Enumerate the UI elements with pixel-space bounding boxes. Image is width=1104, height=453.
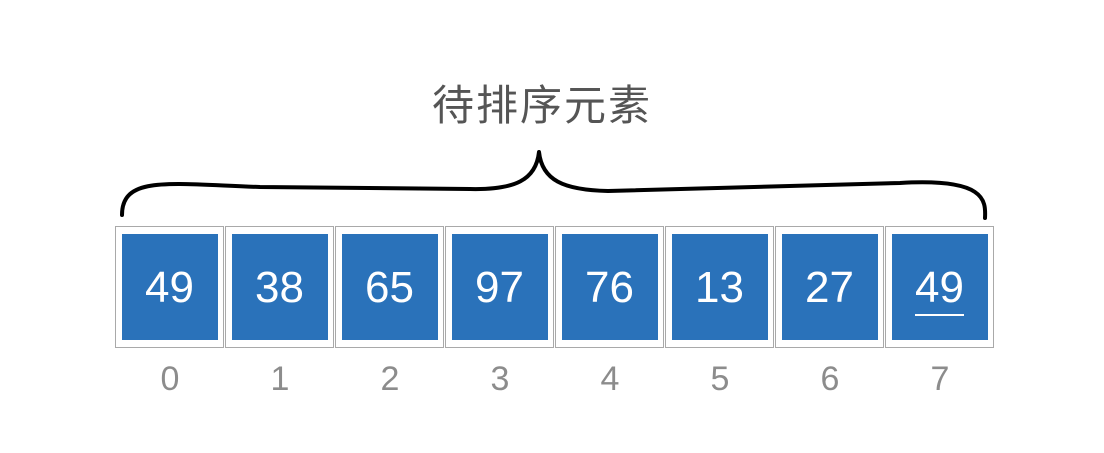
array-element-box: 49 (121, 234, 218, 340)
array-cell: 13 (665, 226, 774, 348)
array-element-box: 65 (341, 234, 438, 340)
array-row: 49 38 65 97 76 13 27 49 (115, 226, 994, 348)
array-cell: 49 (115, 226, 224, 348)
array-cell: 49 (885, 226, 994, 348)
index-row: 0 1 2 3 4 5 6 7 (115, 360, 995, 399)
array-element-value-underlined: 49 (915, 264, 964, 316)
array-element-value: 27 (805, 263, 854, 312)
array-element-box: 13 (671, 234, 768, 340)
array-element-box: 38 (231, 234, 328, 340)
array-index-label: 7 (930, 360, 950, 398)
array-element-value: 49 (145, 263, 194, 312)
array-index-label: 6 (820, 360, 840, 398)
array-element-box: 76 (561, 234, 658, 340)
array-element-value: 65 (365, 263, 414, 312)
array-index-label: 3 (490, 360, 510, 398)
array-index-label: 2 (380, 360, 400, 398)
array-element-value: 97 (475, 263, 524, 312)
array-element-value: 38 (255, 263, 304, 312)
array-element-value: 76 (585, 263, 634, 312)
diagram-title: 待排序元素 (431, 81, 652, 130)
array-index-label: 4 (600, 360, 620, 398)
array-element-box: 97 (451, 234, 548, 340)
array-cell: 97 (445, 226, 554, 348)
array-cell: 27 (775, 226, 884, 348)
array-element-box: 49 (891, 234, 988, 340)
array-index-label: 1 (270, 360, 290, 398)
array-cell: 65 (335, 226, 444, 348)
array-element-box: 27 (781, 234, 878, 340)
array-index-label: 0 (160, 360, 180, 398)
array-cell: 38 (225, 226, 334, 348)
array-index-label: 5 (710, 360, 730, 398)
array-cell: 76 (555, 226, 664, 348)
array-element-value: 13 (695, 263, 744, 312)
